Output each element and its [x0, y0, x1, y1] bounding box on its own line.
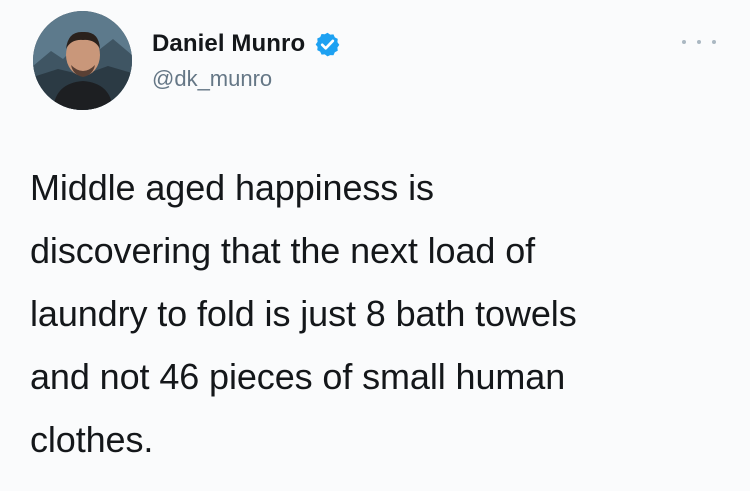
tweet-text: Middle aged happiness is discovering tha…: [30, 167, 577, 460]
dot: [697, 40, 701, 44]
display-name[interactable]: Daniel Munro: [152, 30, 305, 58]
tweet-card: Daniel Munro @dk_munro Middle aged happi…: [0, 0, 750, 491]
more-options-icon[interactable]: [682, 36, 716, 48]
dot: [712, 40, 716, 44]
author-name-row[interactable]: Daniel Munro: [152, 29, 341, 59]
verified-badge-icon: [315, 32, 340, 56]
avatar-image: [33, 11, 132, 110]
dot: [682, 40, 686, 44]
avatar[interactable]: [33, 11, 132, 110]
user-handle[interactable]: @dk_munro: [152, 66, 272, 92]
